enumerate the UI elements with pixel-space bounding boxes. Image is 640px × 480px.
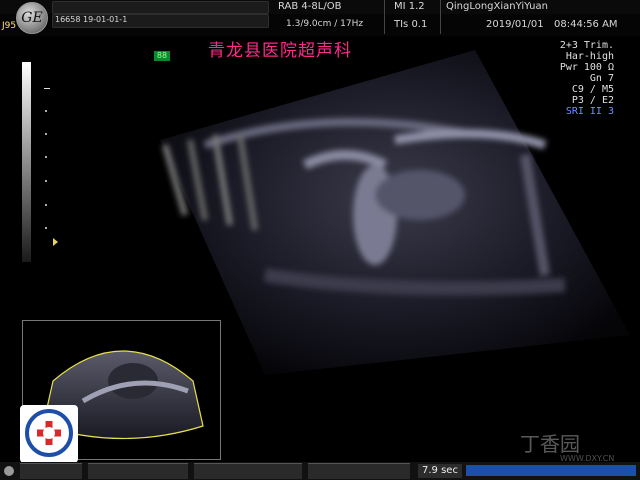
cine-timeline-bar[interactable] bbox=[466, 465, 636, 476]
institution-name: QingLongXianYiYuan bbox=[446, 1, 548, 12]
patient-id-field[interactable]: 16658 19-01-01-1 bbox=[52, 14, 269, 28]
depth-tick bbox=[45, 110, 47, 112]
patient-id: 16658 19-01-01-1 bbox=[55, 15, 128, 24]
cine-time: 7.9 sec bbox=[418, 464, 462, 478]
focus-marker-icon[interactable] bbox=[53, 238, 58, 246]
grayscale-bar bbox=[22, 62, 31, 262]
header-divider bbox=[384, 0, 385, 34]
patient-name-field[interactable] bbox=[52, 1, 269, 14]
depth-fps: 1.3/9.0cm / 17Hz bbox=[286, 19, 364, 29]
tis-value: TIs 0.1 bbox=[394, 19, 428, 30]
footer-tab-3[interactable] bbox=[194, 463, 302, 479]
probe-code: J95 bbox=[2, 21, 17, 31]
ge-logo-icon: GE bbox=[16, 2, 48, 34]
header-divider bbox=[440, 0, 441, 34]
depth-tick bbox=[45, 204, 47, 206]
mi-value: MI 1.2 bbox=[394, 1, 425, 12]
depth-tick bbox=[45, 133, 47, 135]
record-dot-icon[interactable] bbox=[4, 466, 14, 476]
scale-marker bbox=[44, 88, 50, 89]
footer-tab-4[interactable] bbox=[308, 463, 410, 479]
exam-date: 2019/01/01 bbox=[486, 19, 544, 30]
dxy-watermark: 丁香园 bbox=[520, 432, 580, 456]
depth-tick bbox=[45, 227, 47, 229]
preset-label: RAB 4-8L/OB bbox=[278, 1, 342, 12]
hospital-badge-icon bbox=[20, 405, 78, 463]
footer-tab-2[interactable] bbox=[88, 463, 188, 479]
depth-tick bbox=[45, 156, 47, 158]
exam-time: 08:44:56 AM bbox=[554, 19, 618, 30]
depth-tick bbox=[45, 180, 47, 182]
footer-tab-1[interactable] bbox=[20, 463, 82, 479]
